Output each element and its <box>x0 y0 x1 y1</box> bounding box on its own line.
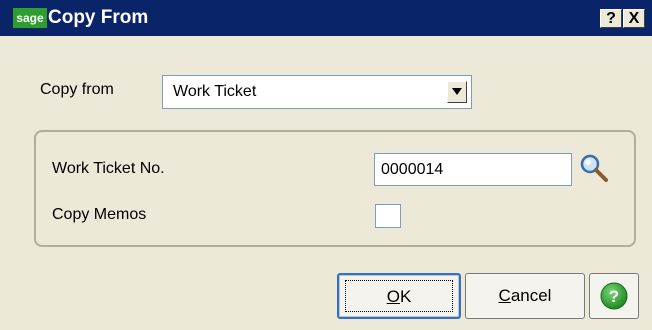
ok-label-rest: K <box>399 287 412 306</box>
copy-from-selected-value: Work Ticket <box>173 83 257 100</box>
lookup-button[interactable] <box>579 153 609 183</box>
svg-text:?: ? <box>609 287 619 306</box>
copy-memos-checkbox[interactable] <box>375 204 401 228</box>
help-button[interactable]: ? <box>589 273 639 319</box>
help-circle-icon: ? <box>600 282 628 310</box>
title-close-button[interactable]: X <box>623 9 645 28</box>
ok-mnemonic: O <box>386 287 400 306</box>
copy-from-label: Copy from <box>40 81 114 98</box>
cancel-mnemonic: C <box>498 286 511 305</box>
sage-logo: sage <box>13 8 47 28</box>
copy-from-select[interactable]: Work Ticket <box>162 75 472 109</box>
work-ticket-group <box>34 130 636 247</box>
ok-button[interactable]: OK <box>337 273 461 319</box>
title-help-button[interactable]: ? <box>600 9 622 28</box>
title-bar: sage Copy From ? X <box>0 0 652 36</box>
copy-from-dialog: sage Copy From ? X Copy from Work Ticket… <box>0 0 652 330</box>
magnifier-icon <box>580 154 608 182</box>
dropdown-arrow-icon <box>452 88 462 95</box>
copy-memos-label: Copy Memos <box>52 206 147 223</box>
dialog-title: Copy From <box>48 7 149 28</box>
cancel-button[interactable]: Cancel <box>465 273 585 319</box>
work-ticket-label: Work Ticket No. <box>52 160 165 177</box>
ok-focus-rect: OK <box>345 280 453 312</box>
work-ticket-input[interactable]: 0000014 <box>374 153 572 186</box>
dropdown-button[interactable] <box>447 81 467 103</box>
cancel-label-rest: ancel <box>510 286 552 305</box>
